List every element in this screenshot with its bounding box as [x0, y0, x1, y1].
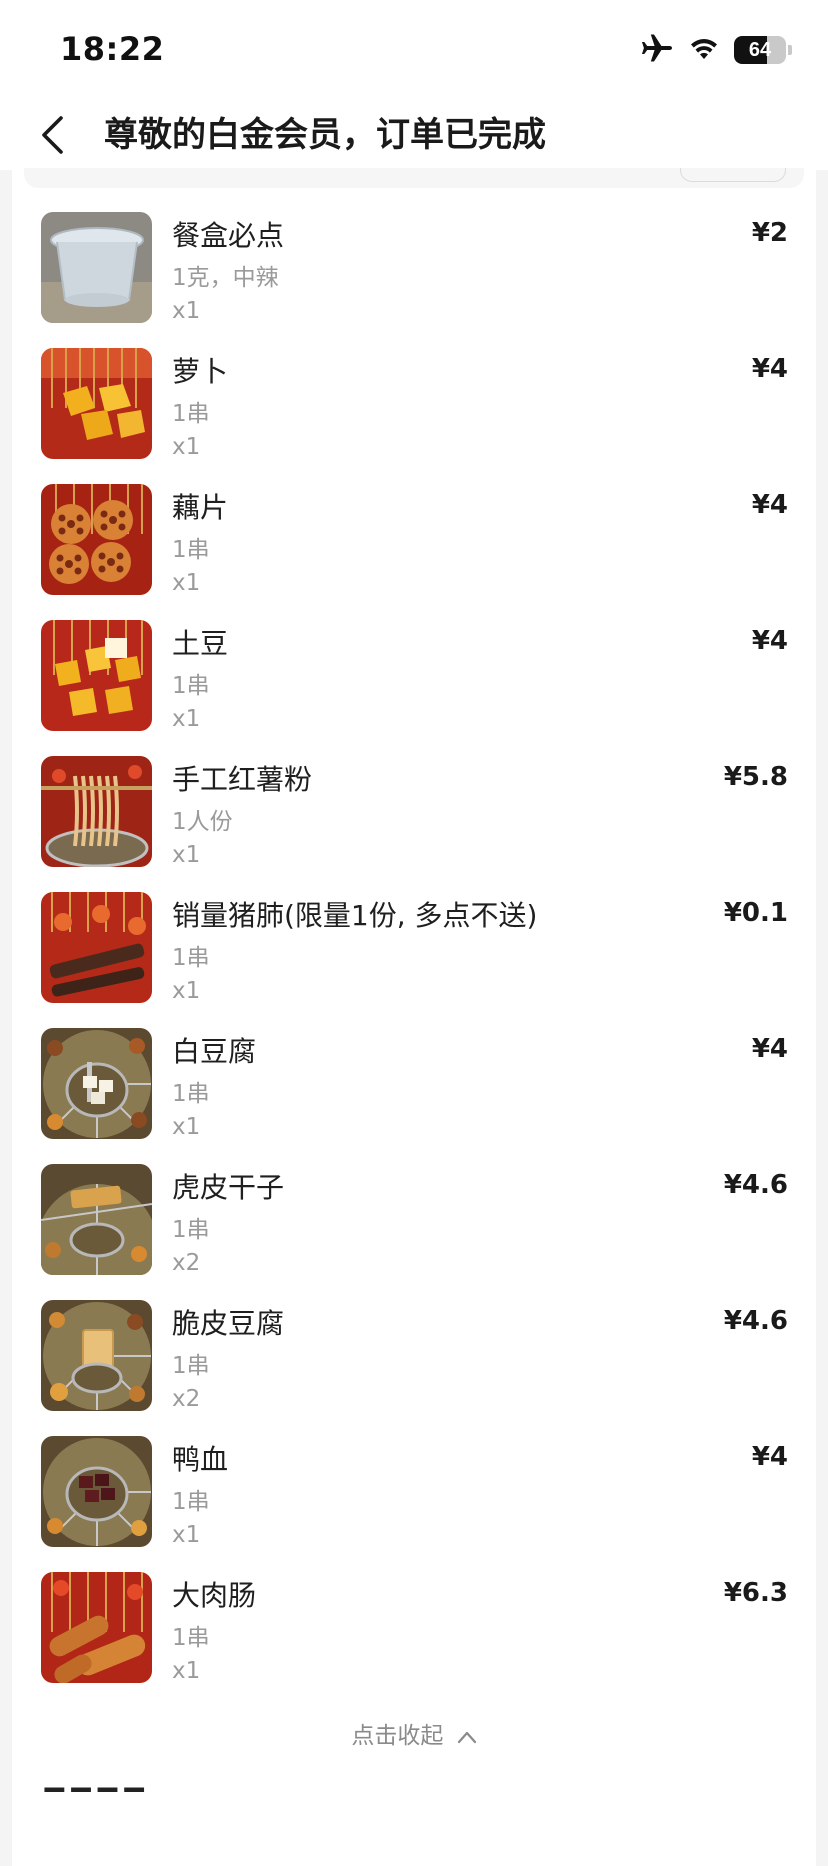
item-quantity: x2 — [172, 1386, 201, 1412]
item-thumbnail[interactable] — [41, 1572, 152, 1683]
order-item-row[interactable]: 销量猪肺(限量1份, 多点不送) 1串 x1 ¥0.1 — [12, 892, 816, 1028]
chevron-left-icon — [42, 116, 63, 154]
item-name: 销量猪肺(限量1份, 多点不送) — [172, 899, 538, 932]
item-price: ¥0.1 — [723, 898, 788, 928]
item-quantity: x1 — [172, 842, 201, 868]
item-thumbnail[interactable] — [41, 1436, 152, 1547]
item-price: ¥4 — [751, 354, 788, 384]
order-item-row[interactable]: 萝卜 1串 x1 ¥4 — [12, 348, 816, 484]
item-price: ¥2 — [751, 218, 788, 248]
item-price: ¥4.6 — [723, 1170, 788, 1200]
status-icons: 64 — [640, 34, 792, 66]
order-item-row[interactable]: 餐盒必点 1克，中辣 x1 ¥2 — [12, 212, 816, 348]
collapse-button[interactable]: 点击收起 — [0, 1716, 828, 1750]
item-thumbnail[interactable] — [41, 484, 152, 595]
order-item-list: 餐盒必点 1克，中辣 x1 ¥2 萝卜 1串 x1 ¥4 藕片 1串 x1 ¥4… — [12, 212, 816, 1708]
collapse-label: 点击收起 — [351, 1723, 444, 1749]
item-name: 萝卜 — [172, 355, 229, 388]
item-quantity: x1 — [172, 1522, 201, 1548]
item-quantity: x1 — [172, 298, 201, 324]
item-price: ¥4.6 — [723, 1306, 788, 1336]
item-price: ¥6.3 — [723, 1578, 788, 1608]
item-thumbnail[interactable] — [41, 1164, 152, 1275]
previous-section-button-edge[interactable] — [680, 168, 786, 182]
item-spec: 1串 — [172, 1489, 210, 1515]
order-item-row[interactable]: 大肉肠 1串 x1 ¥6.3 — [12, 1572, 816, 1708]
item-thumbnail[interactable] — [41, 348, 152, 459]
item-quantity: x1 — [172, 434, 201, 460]
item-name: 藕片 — [172, 491, 229, 524]
item-spec: 1串 — [172, 1625, 210, 1651]
item-price: ¥4 — [751, 1034, 788, 1064]
chevron-up-icon — [457, 1724, 477, 1750]
item-thumbnail[interactable] — [41, 756, 152, 867]
order-item-row[interactable]: 藕片 1串 x1 ¥4 — [12, 484, 816, 620]
order-item-row[interactable]: 鸭血 1串 x1 ¥4 — [12, 1436, 816, 1572]
battery-icon: 64 — [734, 36, 786, 64]
item-spec: 1串 — [172, 537, 210, 563]
item-thumbnail[interactable] — [41, 892, 152, 1003]
item-quantity: x1 — [172, 570, 201, 596]
status-time: 18:22 — [60, 30, 165, 68]
battery-percent: 64 — [748, 38, 772, 61]
item-spec: 1串 — [172, 673, 210, 699]
item-name: 鸭血 — [172, 1443, 229, 1476]
item-quantity: x1 — [172, 706, 201, 732]
order-item-row[interactable]: 虎皮干子 1串 x2 ¥4.6 — [12, 1164, 816, 1300]
airplane-icon — [640, 33, 674, 67]
item-spec: 1克，中辣 — [172, 265, 279, 291]
item-spec: 1串 — [172, 1353, 210, 1379]
page-title: 尊敬的白金会员，订单已完成 — [104, 115, 546, 155]
wifi-icon — [688, 35, 720, 65]
next-section-heading-edge: ▬▬▬▬ — [42, 1780, 182, 1792]
item-name: 手工红薯粉 — [172, 763, 313, 796]
order-item-row[interactable]: 手工红薯粉 1人份 x1 ¥5.8 — [12, 756, 816, 892]
item-spec: 1串 — [172, 1081, 210, 1107]
item-name: 土豆 — [172, 627, 229, 660]
item-price: ¥4 — [751, 1442, 788, 1472]
status-bar: 18:22 64 — [0, 0, 828, 100]
battery-cap — [788, 45, 792, 55]
order-item-row[interactable]: 白豆腐 1串 x1 ¥4 — [12, 1028, 816, 1164]
item-thumbnail[interactable] — [41, 620, 152, 731]
item-price: ¥4 — [751, 490, 788, 520]
item-spec: 1人份 — [172, 809, 233, 835]
item-spec: 1串 — [172, 945, 210, 971]
item-thumbnail[interactable] — [41, 1300, 152, 1411]
item-price: ¥5.8 — [723, 762, 788, 792]
item-spec: 1串 — [172, 401, 210, 427]
nav-bar: 尊敬的白金会员，订单已完成 — [0, 100, 828, 170]
item-name: 大肉肠 — [172, 1579, 257, 1612]
item-spec: 1串 — [172, 1217, 210, 1243]
back-button[interactable] — [32, 100, 72, 170]
item-quantity: x2 — [172, 1250, 201, 1276]
item-name: 虎皮干子 — [172, 1171, 285, 1204]
item-price: ¥4 — [751, 626, 788, 656]
order-item-row[interactable]: 土豆 1串 x1 ¥4 — [12, 620, 816, 756]
item-thumbnail[interactable] — [41, 212, 152, 323]
item-name: 餐盒必点 — [172, 219, 285, 252]
item-thumbnail[interactable] — [41, 1028, 152, 1139]
order-item-row[interactable]: 脆皮豆腐 1串 x2 ¥4.6 — [12, 1300, 816, 1436]
item-quantity: x1 — [172, 978, 201, 1004]
item-quantity: x1 — [172, 1658, 201, 1684]
item-quantity: x1 — [172, 1114, 201, 1140]
item-name: 白豆腐 — [172, 1035, 257, 1068]
item-name: 脆皮豆腐 — [172, 1307, 285, 1340]
